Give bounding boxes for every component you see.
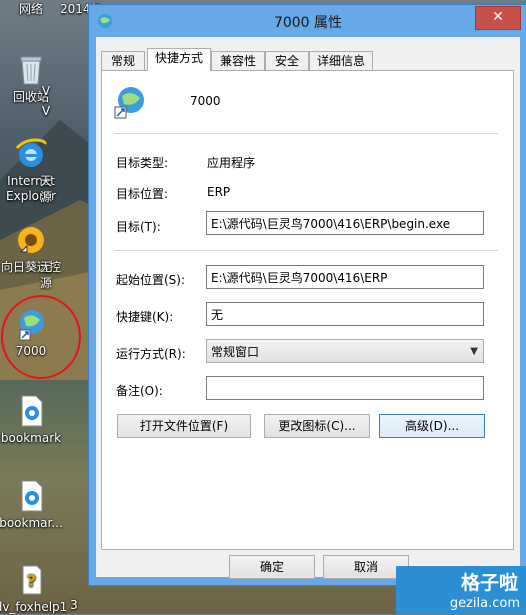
partial-label: 源 xyxy=(39,190,52,204)
desktop-icon-foxhelp[interactable]: ? dv_foxhelp1 xyxy=(0,562,70,615)
ie-icon xyxy=(13,136,49,172)
svg-text:?: ? xyxy=(27,571,36,590)
target-label: 目标(T): xyxy=(116,220,161,234)
shortcut-icon xyxy=(112,85,146,122)
partial-label: 3 xyxy=(70,598,78,612)
target-type-label: 目标类型: xyxy=(116,156,169,170)
divider xyxy=(114,133,498,134)
advanced-button[interactable]: 高级(D)... xyxy=(379,414,485,438)
ie-file-icon xyxy=(13,478,49,514)
desktop-icon-internet-explorer[interactable]: Internet Explorer xyxy=(0,136,70,204)
close-button[interactable]: ✕ xyxy=(475,6,521,30)
tab-general[interactable]: 常规 xyxy=(101,51,145,70)
ok-button[interactable]: 确定 xyxy=(229,555,315,579)
start-in-label: 起始位置(S): xyxy=(116,273,186,287)
target-location-label: 目标位置: xyxy=(116,187,169,201)
run-select[interactable]: 常规窗口 ▼ xyxy=(206,339,484,363)
hotkey-field[interactable]: 无 xyxy=(206,302,484,326)
dialog-client: 常规 快捷方式 兼容性 安全 详细信息 7000 目标类型: 应用程序 目标位置… xyxy=(96,37,520,579)
start-in-field[interactable]: E:\源代码\巨灵鸟7000\416\ERP xyxy=(206,265,484,289)
desktop-icon-sunflower[interactable]: 向日葵远控 xyxy=(0,222,70,275)
run-label: 运行方式(R): xyxy=(116,347,186,361)
target-field[interactable]: E:\源代码\巨灵鸟7000\416\ERP\begin.exe xyxy=(206,211,484,235)
desktop-icon-bookmark-2[interactable]: bookmar... xyxy=(0,478,70,531)
run-select-value: 常规窗口 xyxy=(211,345,260,359)
watermark-title: 格子啦 xyxy=(460,572,518,594)
comment-label: 备注(O): xyxy=(116,384,163,398)
tab-shortcut[interactable]: 快捷方式 xyxy=(147,48,211,71)
partial-label: V xyxy=(41,84,51,98)
target-type-value: 应用程序 xyxy=(207,156,256,170)
recycle-bin-icon xyxy=(13,52,49,88)
window-title: 7000 属性 xyxy=(273,15,343,31)
hotkey-label: 快捷键(K): xyxy=(116,310,174,324)
desktop-icon-recycle-bin[interactable]: 回收站 xyxy=(0,52,70,105)
watermark-url: gezila.com xyxy=(449,596,520,611)
tab-panel-shortcut: 7000 目标类型: 应用程序 目标位置: ERP 目标(T): E:\源代码\… xyxy=(101,70,514,550)
comment-field[interactable] xyxy=(206,376,484,400)
sunflower-icon xyxy=(13,222,49,258)
divider xyxy=(114,250,498,251)
change-icon-button[interactable]: 更改图标(C)... xyxy=(264,414,370,438)
partial-label: 天 xyxy=(39,174,52,188)
tab-compatibility[interactable]: 兼容性 xyxy=(211,51,265,70)
shortcut-name: 7000 xyxy=(190,94,221,108)
tab-security[interactable]: 安全 xyxy=(265,51,309,70)
help-file-icon: ? xyxy=(13,562,49,598)
site-watermark: 格子啦 gezila.com xyxy=(396,566,526,614)
ie-file-icon xyxy=(13,393,49,429)
desktop-icon-bookmark[interactable]: bookmark xyxy=(0,393,70,446)
title-bar[interactable]: 7000 属性 ✕ xyxy=(89,5,526,37)
highlight-circle xyxy=(1,295,81,379)
partial-label: 源 xyxy=(39,276,52,290)
properties-window: 7000 属性 ✕ 常规 快捷方式 兼容性 安全 详细信息 7000 目标类型:… xyxy=(88,4,526,586)
open-file-location-button[interactable]: 打开文件位置(F) xyxy=(117,414,251,438)
partial-label: 无 xyxy=(39,260,52,274)
target-location-value: ERP xyxy=(207,185,231,199)
partial-label: V xyxy=(41,104,51,118)
chevron-down-icon: ▼ xyxy=(470,346,478,357)
tab-details[interactable]: 详细信息 xyxy=(309,51,373,70)
